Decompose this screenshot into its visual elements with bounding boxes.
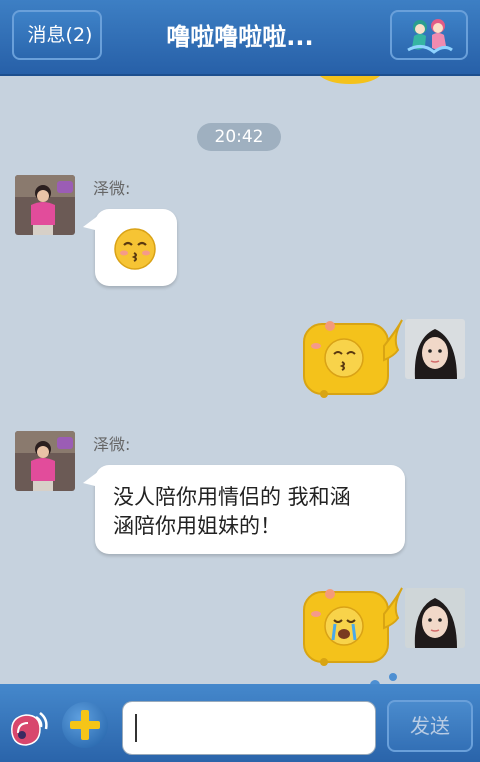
back-button[interactable]: 消息(2) (12, 10, 102, 60)
sender-avatar[interactable] (15, 175, 75, 235)
text-cursor (135, 714, 137, 742)
sender-name: 泽微: (93, 179, 131, 198)
avatar-photo (405, 588, 465, 648)
message-text-line: 涵陪你用姐妹的！ (113, 514, 281, 538)
conch-voice-icon (11, 712, 48, 746)
back-button-label: 消息(2) (27, 24, 93, 46)
message-bubble[interactable] (83, 209, 177, 286)
my-avatar[interactable] (405, 319, 465, 379)
message-text-line: 没人陪你用情侣的 我和涵 (113, 485, 351, 509)
previous-sticker-fragment (320, 76, 380, 84)
avatar-photo (15, 175, 75, 235)
message-text: 没人陪你用情侣的 我和涵 涵陪你用姐妹的！ (95, 465, 405, 541)
message-bubble[interactable]: 没人陪你用情侣的 我和涵 涵陪你用姐妹的！ (83, 465, 405, 554)
chat-title: 噜啦噜啦啦... (166, 23, 314, 51)
bubble-tail (83, 215, 99, 231)
avatar-photo (405, 319, 465, 379)
my-avatar[interactable] (405, 588, 465, 648)
composer-bar: 发送 (0, 684, 480, 762)
bubble-tail (83, 471, 99, 487)
send-button[interactable]: 发送 (387, 700, 473, 752)
yellow-whale-crying-sticker-icon[interactable] (300, 584, 404, 668)
timestamp: 20:42 (197, 123, 281, 151)
voice-button[interactable] (6, 703, 54, 751)
plus-icon (70, 710, 100, 740)
plus-button[interactable] (62, 702, 108, 748)
avatar-photo (15, 431, 75, 491)
sender-avatar[interactable] (15, 431, 75, 491)
mermaid-avatar-icon (407, 19, 453, 54)
top-bar: 消息(2) 噜啦噜啦啦... (0, 0, 480, 76)
kiss-face-emoji-icon (114, 228, 156, 270)
decorative-bubble (389, 673, 397, 681)
sender-name: 泽微: (93, 435, 131, 454)
profile-button[interactable] (390, 10, 468, 60)
send-button-label: 发送 (410, 714, 450, 738)
message-list[interactable]: 20:42 泽微: 泽微: 没人陪你用情侣的 我和涵 涵陪你用姐妹的！ (0, 76, 480, 684)
message-input[interactable] (122, 701, 376, 755)
yellow-whale-kiss-sticker-icon[interactable] (300, 316, 404, 400)
